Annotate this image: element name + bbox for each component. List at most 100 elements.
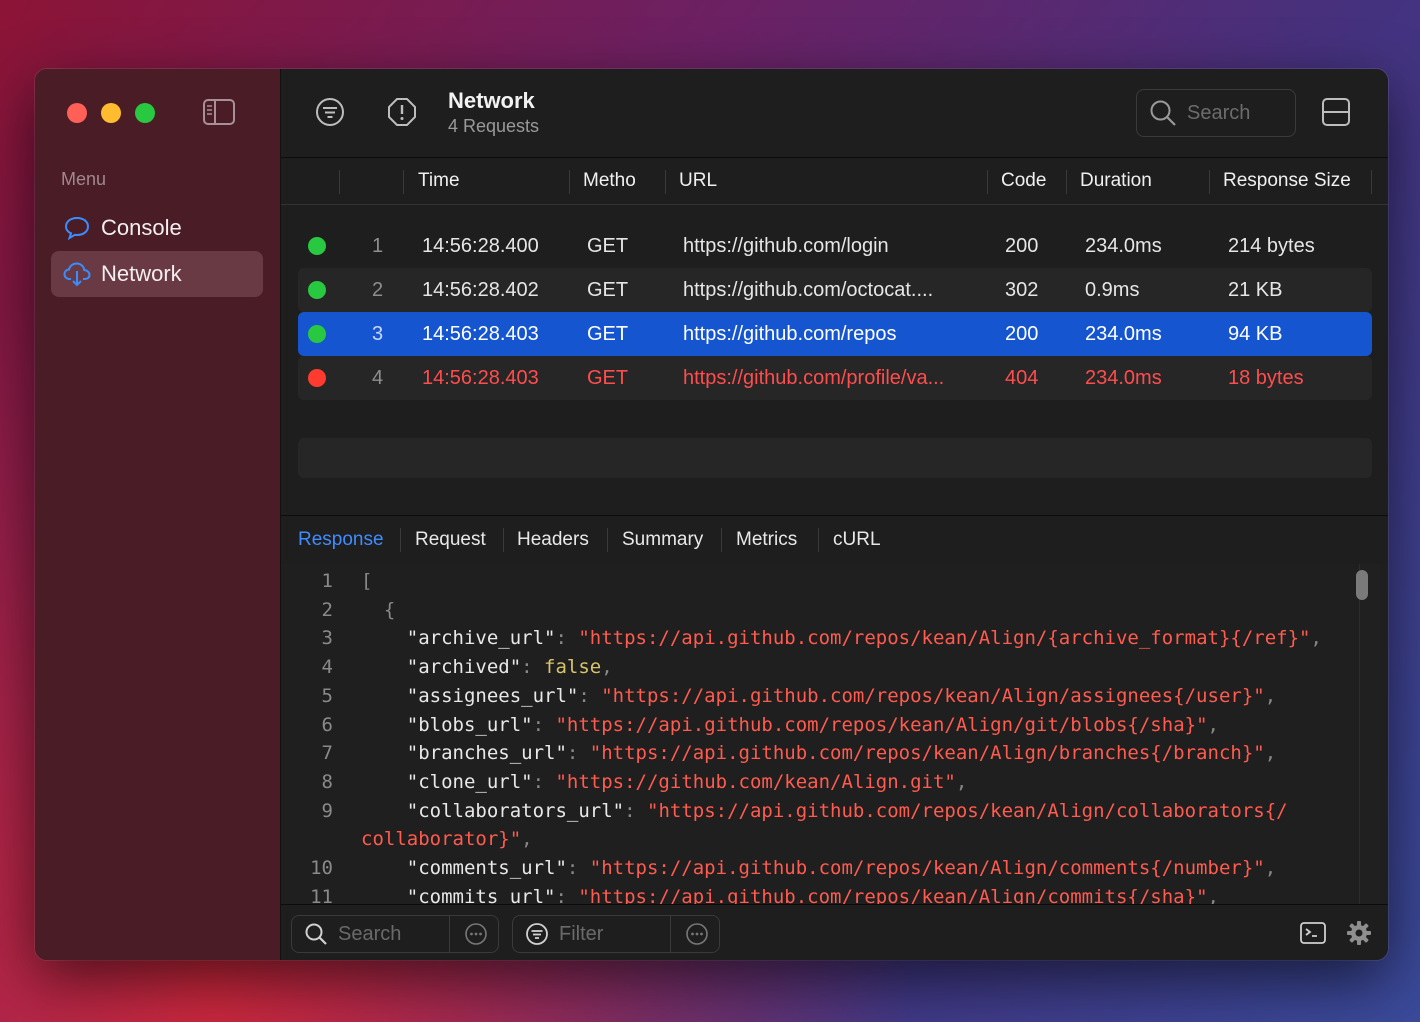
code-line: "archive_url": "https://api.github.com/r… (361, 627, 1322, 649)
sidebar-item-console[interactable]: Console (51, 205, 263, 251)
terminal-icon[interactable] (1299, 919, 1327, 947)
close-window-button[interactable] (67, 103, 87, 123)
tab-divider (400, 528, 401, 552)
column-header-method[interactable]: Metho (583, 158, 636, 204)
line-number: 8 (321, 770, 333, 793)
tab-metrics[interactable]: Metrics (736, 516, 797, 564)
column-header-duration[interactable]: Duration (1080, 158, 1152, 204)
split-layout-icon[interactable] (1321, 97, 1351, 127)
tab-headers[interactable]: Headers (517, 516, 589, 564)
sidebar-item-network[interactable]: Network (51, 251, 263, 297)
status-dot (308, 325, 326, 343)
tab-response[interactable]: Response (298, 516, 384, 564)
json-comma: , (521, 828, 533, 851)
column-divider (339, 170, 340, 194)
column-header-time[interactable]: Time (418, 158, 460, 204)
code-line: "commits_url": "https://api.github.com/r… (361, 886, 1219, 904)
column-header-response-size[interactable]: Response Size (1223, 158, 1351, 204)
code-line: "branches_url": "https://api.github.com/… (361, 742, 1276, 764)
row-size: 214 bytes (1228, 235, 1315, 257)
table-row-selected[interactable]: 3 14:56:28.403 GET https://github.com/re… (298, 312, 1372, 356)
json-comma: , (1310, 627, 1322, 650)
sidebar-item-label: Network (101, 261, 182, 286)
json-key: "commits_url" (361, 885, 556, 904)
tab-request[interactable]: Request (415, 516, 486, 564)
row-code: 404 (1005, 367, 1039, 389)
tab-curl[interactable]: cURL (833, 516, 881, 564)
row-duration: 234.0ms (1085, 367, 1162, 389)
more-options-icon[interactable] (464, 922, 488, 946)
scrollbar-thumb[interactable] (1356, 570, 1368, 600)
page-title: Network (448, 88, 535, 113)
table-header: Time Metho URL Code Duration Response Si… (281, 158, 1388, 205)
minimize-window-button[interactable] (101, 103, 121, 123)
field-divider (670, 916, 671, 952)
status-dot (308, 281, 326, 299)
table-row[interactable]: 4 14:56:28.403 GET https://github.com/pr… (298, 356, 1372, 400)
code-line: "clone_url": "https://github.com/kean/Al… (361, 770, 968, 793)
json-key: "archived" (361, 656, 522, 679)
row-url: https://github.com/repos (683, 323, 897, 345)
table-row[interactable]: 2 14:56:28.402 GET https://github.com/oc… (298, 268, 1372, 312)
response-body-viewer[interactable]: 1 [2 {3 "archive_url": "https://api.githu… (281, 564, 1388, 904)
json-comma: , (1207, 885, 1219, 904)
json-bracket: { (361, 598, 396, 621)
row-url: https://github.com/login (683, 235, 889, 257)
field-divider (449, 916, 450, 952)
code-line: "blobs_url": "https://api.github.com/rep… (361, 714, 1219, 736)
json-value: "https://api.github.com/repos/kean/Align… (578, 627, 1311, 650)
json-value: "https://api.github.com/repos/kean/Align… (578, 885, 1208, 904)
zoom-window-button[interactable] (135, 103, 155, 123)
json-key: "collaborators_url" (361, 799, 625, 822)
toolbar-search-input[interactable]: Search (1136, 89, 1296, 137)
row-url: https://github.com/octocat.... (683, 279, 934, 301)
code-line: "comments_url": "https://api.github.com/… (361, 857, 1276, 879)
json-comma: , (1207, 713, 1219, 736)
status-dot (308, 237, 326, 255)
app-window: Menu Console Network Network 4 Requests (35, 69, 1388, 960)
more-options-icon[interactable] (685, 922, 709, 946)
sidebar-toggle-icon[interactable] (203, 99, 235, 125)
tab-summary[interactable]: Summary (622, 516, 703, 564)
row-time: 14:56:28.402 (422, 279, 539, 301)
json-colon: : (578, 684, 602, 707)
detail-tabs: Response Request Headers Summary Metrics… (281, 515, 1388, 565)
json-comma: , (1264, 684, 1277, 707)
column-header-code[interactable]: Code (1001, 158, 1046, 204)
row-index: 4 (372, 367, 384, 389)
row-duration: 234.0ms (1085, 235, 1162, 257)
code-line: "assignees_url": "https://api.github.com… (361, 685, 1276, 707)
json-key: "assignees_url" (361, 684, 579, 707)
filter-icon[interactable] (313, 95, 347, 129)
row-time: 14:56:28.400 (422, 235, 539, 257)
cloud-download-icon (63, 261, 91, 287)
json-colon: : (624, 799, 647, 822)
row-method: GET (587, 279, 629, 301)
code-line: { (361, 599, 395, 621)
line-number: 3 (321, 627, 333, 650)
gear-icon[interactable] (1345, 919, 1373, 947)
chat-bubble-icon (63, 215, 91, 241)
line-number: 10 (310, 857, 333, 879)
json-value: "https://api.github.com/repos/kean/Align… (555, 713, 1208, 736)
table-row[interactable]: 1 14:56:28.400 GET https://github.com/lo… (298, 224, 1372, 268)
json-value: false (544, 656, 602, 679)
tab-divider (607, 528, 608, 552)
warning-icon[interactable] (385, 95, 419, 129)
json-key: "clone_url" (361, 770, 533, 793)
row-index: 3 (372, 323, 384, 345)
json-value: "https://github.com/kean/Align.git" (555, 770, 956, 793)
bottom-filter-input[interactable]: Filter (512, 915, 720, 953)
line-number: 11 (310, 885, 333, 904)
column-header-url[interactable]: URL (679, 158, 717, 204)
scrollbar[interactable] (1356, 564, 1380, 904)
json-value: "https://api.github.com/repos/kean/Align… (589, 857, 1265, 879)
json-value: "https://api.github.com/repos/kean/Align… (589, 742, 1265, 765)
column-divider (987, 170, 988, 194)
column-divider (403, 170, 404, 194)
sidebar: Menu Console Network (35, 69, 281, 960)
line-number: 9 (321, 799, 333, 822)
json-value: collaborator}" (361, 828, 522, 851)
bottom-search-input[interactable]: Search (291, 915, 499, 953)
json-comma: , (955, 770, 968, 793)
